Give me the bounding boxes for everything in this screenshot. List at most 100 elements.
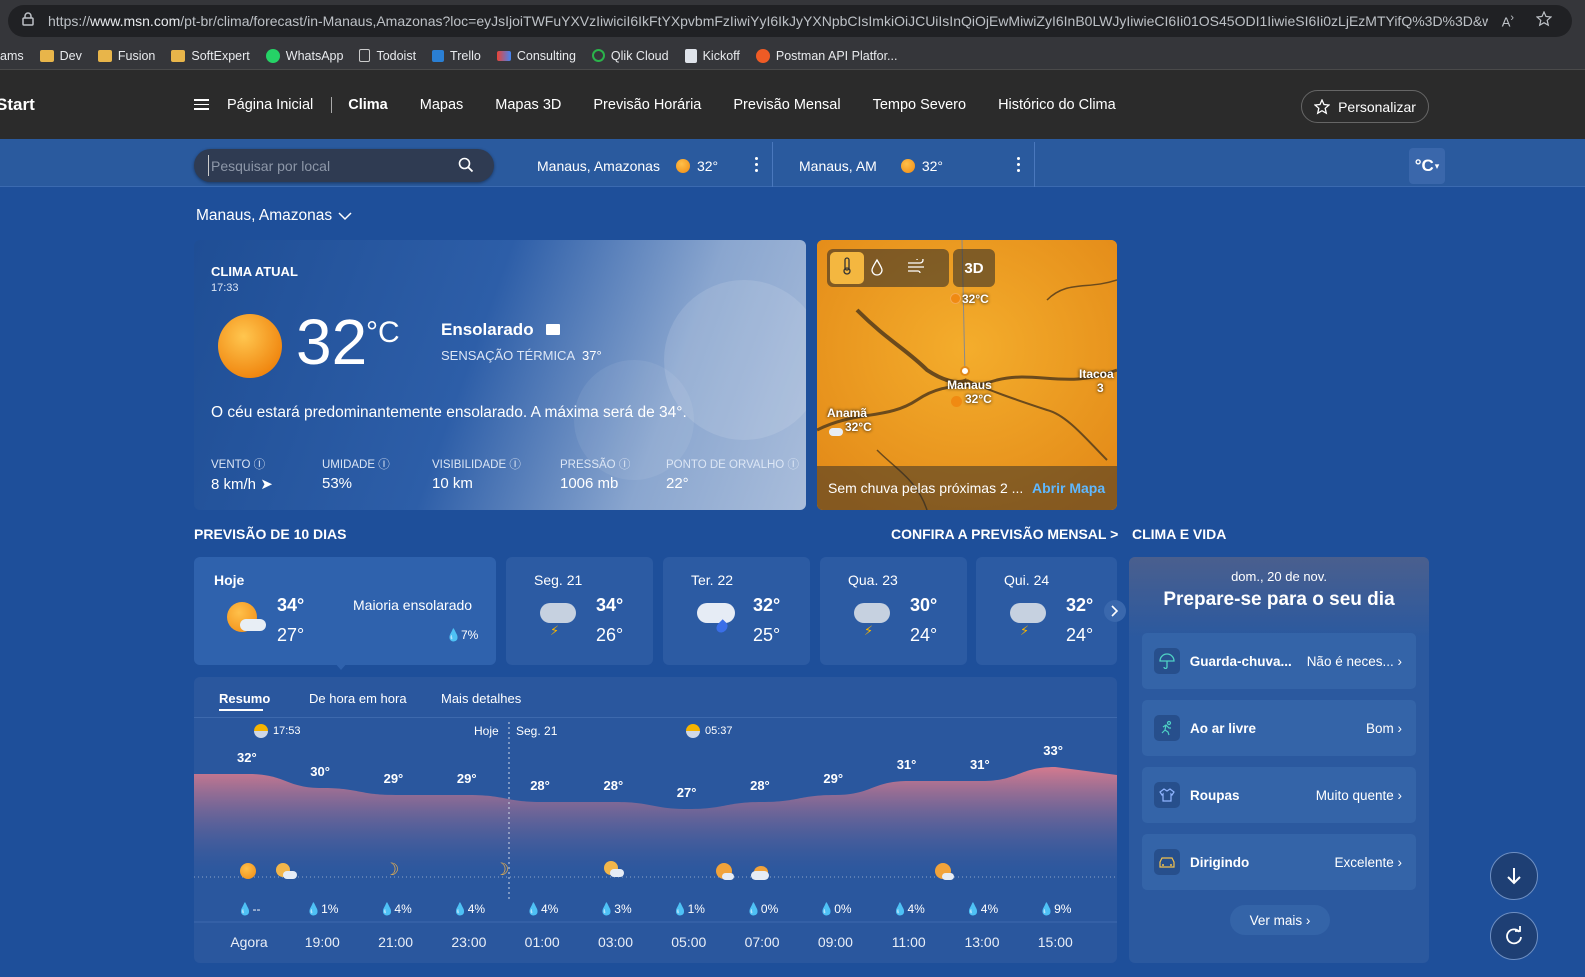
weather-map[interactable]: 3D 32°C Manaus 32°C Anamã 32°C Itacoa 3 … — [817, 240, 1117, 510]
nav-mapas[interactable]: Mapas — [420, 97, 464, 113]
location-2-more-icon[interactable] — [1016, 157, 1020, 172]
condition: Ensolarado — [441, 320, 534, 339]
hour-label: 07:00 — [744, 934, 780, 950]
saved-location-2[interactable]: Manaus, AM 32° — [799, 158, 943, 174]
cloud-icon — [942, 873, 954, 880]
sunny-icon — [950, 293, 961, 304]
hour-label: 03:00 — [597, 934, 634, 950]
vida-driving[interactable]: Dirigindo Excelente › — [1142, 834, 1416, 890]
nav-mapas-3d[interactable]: Mapas 3D — [495, 97, 561, 113]
location-pin-icon — [960, 366, 970, 376]
nav-previsao-horaria[interactable]: Previsão Horária — [593, 97, 701, 113]
hour-label: 15:00 — [1037, 934, 1073, 950]
wind-icon — [907, 256, 927, 277]
postman-icon — [755, 48, 770, 63]
favorite-star-icon[interactable] — [1535, 10, 1553, 32]
bookmark-todoist[interactable]: Todoist — [359, 49, 416, 63]
nav-tempo-severo[interactable]: Tempo Severo — [873, 97, 967, 113]
vida-umbrella[interactable]: Guarda-chuva... Não é neces... › — [1142, 633, 1416, 689]
monthly-forecast-link[interactable]: CONFIRA A PREVISÃO MENSAL > — [891, 526, 1118, 542]
brand-start[interactable]: Start — [0, 95, 194, 115]
rain-cloud-icon — [697, 603, 735, 623]
scroll-down-button[interactable] — [1490, 852, 1538, 900]
stat-wind[interactable]: VENTO ⓘ 8 km/h ➤ — [211, 456, 273, 493]
precip-value: 💧4% — [965, 902, 999, 916]
vida-clothes[interactable]: Roupas Muito quente › — [1142, 767, 1416, 823]
bookmark-qlik[interactable]: Qlik Cloud — [591, 49, 669, 63]
hour-temp: 31° — [970, 757, 990, 772]
map-footer-text: Sem chuva pelas próximas 2 ... — [828, 480, 1024, 496]
day-card-today[interactable]: Hoje 34° 27° Maioria ensolarado 💧7% — [194, 557, 496, 670]
bookmark-postman[interactable]: Postman API Platfor... — [755, 48, 897, 63]
read-aloud-icon[interactable]: A› — [1502, 12, 1514, 29]
next-days-button[interactable] — [1104, 600, 1126, 622]
thunderstorm-icon — [540, 603, 576, 623]
day-card-seg-21[interactable]: Seg. 21 ⚡ 34° 26° — [506, 557, 653, 665]
cloud-icon — [722, 873, 734, 880]
comment-icon[interactable] — [546, 324, 560, 335]
precip-value: 💧4% — [892, 902, 925, 916]
bookmark-trello[interactable]: Trello — [432, 49, 481, 63]
trello-icon — [432, 49, 445, 62]
unit-selector[interactable]: °C ▾ — [1409, 148, 1445, 184]
feels-like-label: SENSAÇÃO TÉRMICA — [441, 348, 576, 363]
map-city-label-north: 32°C — [962, 292, 989, 306]
precip-value: 💧4% — [526, 902, 559, 916]
nav-previsao-mensal[interactable]: Previsão Mensal — [733, 97, 840, 113]
ver-mais-button[interactable]: Ver mais › — [1230, 905, 1330, 935]
cloud-icon — [829, 428, 843, 436]
location-dropdown[interactable]: Manaus, Amazonas — [196, 207, 352, 225]
temperature-layer-button[interactable] — [830, 252, 864, 284]
cloud-icon — [751, 871, 769, 880]
info-icon: ⓘ — [253, 459, 266, 471]
bookmark-softexpert[interactable]: SoftExpert — [171, 49, 250, 63]
stat-visibility[interactable]: VISIBILIDADE ⓘ 10 km — [432, 456, 521, 492]
hour-temp: 28° — [530, 778, 550, 793]
temperature-area — [194, 767, 1117, 877]
location-1-more-icon[interactable] — [754, 157, 758, 172]
thunderstorm-icon — [1010, 603, 1046, 623]
bookmark-teams[interactable]: ams — [0, 49, 24, 63]
stat-pressure[interactable]: PRESSÃO ⓘ 1006 mb — [560, 456, 630, 492]
cloud-icon — [610, 869, 624, 877]
stat-humidity[interactable]: UMIDADE ⓘ 53% — [322, 456, 390, 492]
bookmark-kickoff[interactable]: Kickoff — [684, 48, 740, 63]
bookmark-fusion[interactable]: Fusion — [97, 49, 155, 63]
refresh-button[interactable] — [1490, 912, 1538, 960]
sunny-icon — [218, 314, 282, 378]
address-bar[interactable]: https://www.msn.com/pt-br/clima/forecast… — [8, 5, 1572, 37]
open-map-link[interactable]: Abrir Mapa — [1032, 480, 1105, 496]
precip-value: 💧0% — [819, 902, 852, 916]
whatsapp-icon — [265, 48, 280, 63]
nav-historico[interactable]: Histórico do Clima — [998, 97, 1116, 113]
url-text[interactable]: https://www.msn.com/pt-br/clima/forecast… — [48, 13, 1488, 29]
map-city-itacoatiara[interactable]: Itacoa 3 — [1079, 367, 1114, 395]
sunny-icon — [951, 396, 962, 407]
search-box — [194, 149, 494, 182]
info-icon: ⓘ — [378, 459, 390, 471]
precipitation-layer-button[interactable] — [871, 258, 883, 281]
vida-outdoor[interactable]: Ao ar livre Bom › — [1142, 700, 1416, 756]
map-3d-button[interactable]: 3D — [953, 249, 995, 287]
nav-clima[interactable]: Clima — [348, 97, 388, 113]
day-card-qui-24[interactable]: Qui. 24 ⚡ 32° 24° — [976, 557, 1117, 665]
personalize-button[interactable]: Personalizar — [1301, 90, 1429, 123]
page-icon — [359, 49, 371, 62]
day-card-qua-23[interactable]: Qua. 23 ⚡ 30° 24° — [820, 557, 967, 665]
search-input[interactable] — [208, 155, 448, 176]
bookmark-whatsapp[interactable]: WhatsApp — [265, 48, 343, 63]
search-icon[interactable] — [458, 157, 474, 178]
day-card-ter-22[interactable]: Ter. 22 32° 25° — [663, 557, 810, 665]
saved-location-1[interactable]: Manaus, Amazonas 32° — [537, 158, 718, 174]
bookmark-dev[interactable]: Dev — [39, 49, 82, 63]
current-title: CLIMA ATUAL — [211, 264, 298, 279]
stat-dew-point[interactable]: PONTO DE ORVALHO ⓘ 22° — [666, 456, 799, 492]
lock-icon — [22, 11, 34, 31]
hour-label: 05:00 — [671, 934, 707, 950]
nav-home[interactable]: Página Inicial — [227, 97, 313, 113]
vida-headline: Prepare-se para o seu dia — [1163, 589, 1395, 610]
bookmark-consulting[interactable]: Consulting — [496, 49, 576, 63]
vida-date: dom., 20 de nov. — [1231, 569, 1327, 584]
hamburger-menu-icon[interactable] — [194, 99, 209, 110]
wind-layer-button[interactable] — [907, 256, 927, 278]
